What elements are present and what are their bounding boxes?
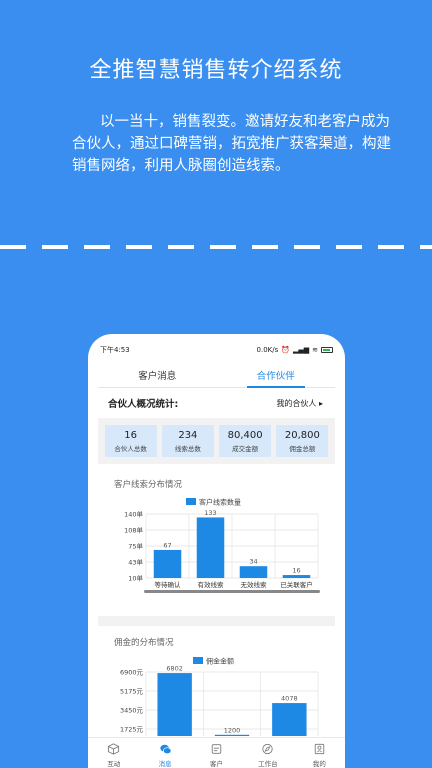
battery-icon — [321, 347, 333, 353]
status-time: 下午4:53 — [100, 346, 130, 354]
y-tick-label: 3450元 — [120, 707, 144, 715]
stat-value: 234 — [178, 429, 198, 441]
bottom-navigation: 互动 消息 客户 工作台 我的 — [88, 737, 345, 768]
commission-chart-card: 佣金的分布情况 佣金金额 6900元 5175元 3450元 1725元 6802 1200… — [98, 626, 335, 736]
y-tick-label: 10单 — [128, 574, 143, 583]
legend-label: 佣金金额 — [206, 657, 234, 666]
stat-value: 20,800 — [284, 429, 320, 441]
intro-text: 以一当十，销售裂变。邀请好友和老客户成为合伙人，通过口碑营销，拓宽推广获客渠道，… — [72, 114, 391, 174]
x-tick-label: 已关联客户 — [280, 580, 313, 589]
stat-lead-count[interactable]: 234 线索总数 — [161, 425, 214, 457]
nav-label: 消息 — [158, 760, 172, 768]
nav-interact[interactable]: 互动 — [88, 738, 139, 768]
y-tick-label: 1725元 — [120, 726, 144, 734]
signal-icon: ▂▄▆ — [292, 345, 310, 354]
my-partners-link[interactable]: 我的合伙人 ▸ — [276, 398, 323, 409]
nav-customers[interactable]: 客户 — [191, 738, 242, 768]
tab-bar: 客户消息 合作伙伴 — [98, 362, 335, 388]
leads-chart-card: 客户线索分布情况 客户线索数量 140单 108单 75单 43单 10单 67 等待确认 13… — [98, 478, 335, 602]
y-tick-label: 5175元 — [120, 688, 144, 696]
bar — [157, 673, 192, 736]
bar — [196, 517, 225, 578]
chat-icon — [159, 744, 172, 755]
y-tick-label: 140单 — [124, 510, 143, 519]
customer-icon — [211, 744, 222, 754]
x-tick-label: 无效线索 — [241, 580, 268, 589]
legend-swatch — [193, 657, 203, 664]
x-tick-label: 等待确认 — [155, 580, 182, 589]
bar — [282, 575, 311, 578]
headline: 全推智慧销售转介绍系统 — [89, 58, 343, 83]
section-separator — [98, 616, 335, 626]
stat-partner-count[interactable]: 16 合伙人总数 — [104, 425, 157, 457]
y-tick-label: 75单 — [128, 542, 143, 551]
data-label: 1200 — [224, 726, 241, 734]
nav-profile[interactable]: 我的 — [294, 738, 345, 768]
nav-label: 工作台 — [258, 760, 278, 768]
x-tick-label: 有效线索 — [198, 580, 225, 589]
legend-swatch — [186, 498, 196, 505]
bar — [239, 566, 268, 578]
dashed-divider — [0, 245, 432, 249]
stat-label: 合伙人总数 — [114, 444, 147, 453]
data-label: 6802 — [166, 665, 183, 673]
data-label: 4078 — [281, 695, 298, 703]
cube-icon — [108, 743, 120, 755]
partner-overview-header: 合伙人概况统计: 我的合伙人 ▸ — [88, 388, 345, 418]
y-tick-label: 43单 — [128, 558, 143, 567]
y-tick-label: 6900元 — [120, 669, 144, 677]
chart-scrollbar — [144, 590, 320, 593]
commission-bar-chart: 佣金金额 6900元 5175元 3450元 1725元 6802 1200 4078 — [120, 657, 319, 736]
stat-value: 80,400 — [227, 429, 263, 441]
y-tick-label: 108单 — [124, 526, 143, 535]
stat-label: 成交金额 — [232, 444, 259, 453]
network-speed: 0.0K/s — [256, 346, 279, 354]
nav-label: 我的 — [312, 760, 326, 768]
profile-icon — [314, 743, 325, 755]
overview-title: 合伙人概况统计: — [108, 399, 179, 410]
nav-workbench[interactable]: 工作台 — [242, 738, 293, 768]
bar — [153, 549, 182, 578]
data-label: 34 — [249, 558, 257, 566]
stat-label: 佣金总额 — [289, 444, 316, 453]
phone-mockup: 下午4:53 0.0K/s ⏰ ▂▄▆ ≋ 客户消息 合作伙伴 合伙人概况统计:… — [88, 334, 345, 768]
stat-label: 线索总数 — [174, 444, 201, 453]
legend-label: 客户线索数量 — [199, 498, 241, 507]
tab-partners[interactable]: 合作伙伴 — [217, 362, 336, 388]
stats-band: 16 合伙人总数 234 线索总数 80,400 成交金额 20,800 佣金总… — [98, 418, 335, 464]
data-label: 67 — [163, 541, 171, 549]
data-label: 16 — [292, 567, 300, 575]
leads-bar-chart: 客户线索数量 140单 108单 75单 43单 10单 67 等待确认 133 有效线索 34 无效… — [124, 498, 320, 593]
stat-deal-amount[interactable]: 80,400 成交金额 — [219, 425, 272, 457]
leads-chart-title: 客户线索分布情况 — [114, 480, 183, 490]
stat-commission-total[interactable]: 20,800 佣金总额 — [276, 425, 329, 457]
nav-label: 互动 — [107, 760, 121, 768]
alarm-icon: ⏰ — [281, 345, 290, 354]
nav-label: 客户 — [210, 760, 224, 768]
data-label: 133 — [204, 509, 216, 517]
nav-messages[interactable]: 消息 — [139, 738, 190, 768]
compass-icon — [262, 743, 274, 755]
tab-customer-messages[interactable]: 客户消息 — [98, 362, 217, 387]
bar — [272, 703, 307, 736]
stat-value: 16 — [124, 429, 137, 441]
bar — [214, 734, 250, 736]
status-icons: 0.0K/s ⏰ ▂▄▆ ≋ — [257, 346, 333, 354]
wifi-icon: ≋ — [312, 345, 318, 354]
status-bar: 下午4:53 0.0K/s ⏰ ▂▄▆ ≋ — [88, 334, 345, 362]
commission-chart-title: 佣金的分布情况 — [114, 638, 174, 648]
